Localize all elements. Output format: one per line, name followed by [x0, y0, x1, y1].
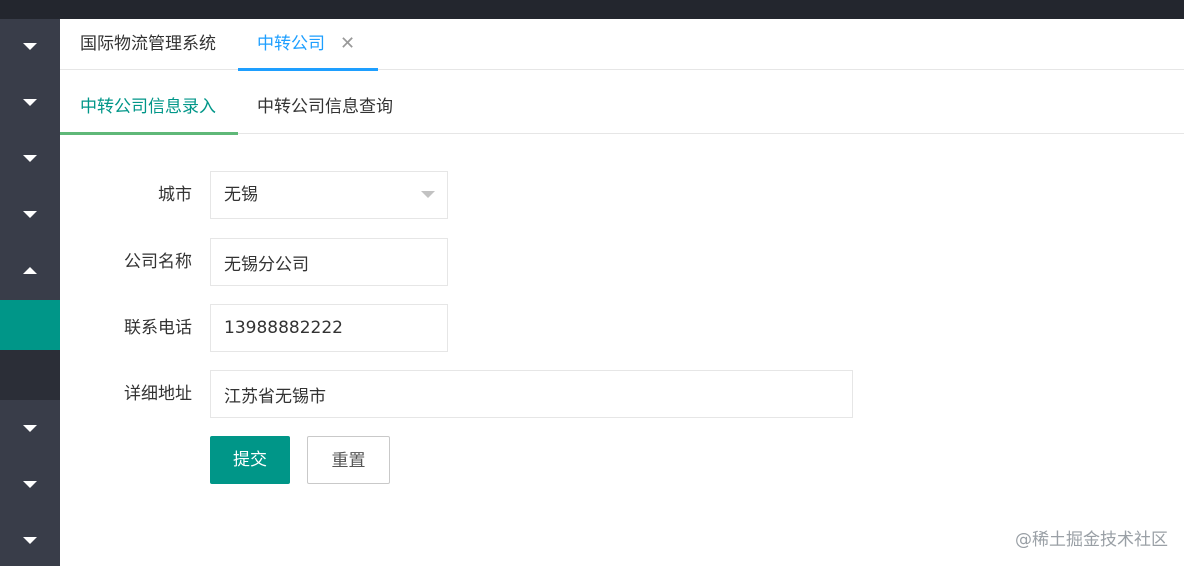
sidebar	[0, 19, 60, 566]
chevron-down-icon	[23, 42, 37, 50]
company-name-label: 公司名称	[124, 252, 192, 272]
page-tab-bar: 国际物流管理系统 中转公司 ✕	[60, 19, 1184, 71]
chevron-down-icon	[23, 480, 37, 488]
subtab-info-query[interactable]: 中转公司信息查询	[257, 70, 393, 134]
phone-label: 联系电话	[124, 318, 192, 338]
city-label: 城市	[158, 185, 192, 205]
sidebar-item-4[interactable]	[0, 189, 60, 239]
chevron-down-icon	[23, 210, 37, 218]
reset-button[interactable]: 重置	[307, 436, 390, 484]
tab-transfer-company-label: 中转公司	[257, 34, 325, 54]
subtab-active-indicator	[60, 132, 238, 135]
sidebar-item-7[interactable]	[0, 459, 60, 509]
sidebar-item-2[interactable]	[0, 77, 60, 127]
watermark: @稀土掘金技术社区	[1015, 530, 1168, 550]
company-name-input[interactable]	[210, 238, 448, 286]
chevron-down-icon	[23, 154, 37, 162]
sidebar-item-8[interactable]	[0, 515, 60, 565]
close-icon[interactable]: ✕	[340, 19, 355, 69]
tab-home[interactable]: 国际物流管理系统	[80, 19, 216, 70]
sidebar-item-5-expanded[interactable]	[0, 245, 60, 295]
sub-tab-bar: 中转公司信息录入 中转公司信息查询	[60, 70, 1184, 135]
tab-transfer-company[interactable]: 中转公司 ✕	[238, 19, 378, 71]
sidebar-item-6[interactable]	[0, 403, 60, 453]
main-content: 国际物流管理系统 中转公司 ✕ 中转公司信息录入 中转公司信息查询 城市 无锡 …	[60, 19, 1184, 566]
sidebar-item-1[interactable]	[0, 21, 60, 71]
phone-input[interactable]	[210, 304, 448, 352]
chevron-down-icon	[23, 98, 37, 106]
chevron-down-icon	[23, 536, 37, 544]
subtab-info-entry-label: 中转公司信息录入	[80, 97, 216, 117]
address-input[interactable]	[210, 370, 853, 418]
chevron-down-icon	[23, 424, 37, 432]
top-header-bar	[0, 0, 1184, 19]
sidebar-item-3[interactable]	[0, 133, 60, 183]
chevron-up-icon	[23, 266, 37, 274]
address-label: 详细地址	[124, 384, 192, 404]
subtab-info-entry[interactable]: 中转公司信息录入	[60, 70, 238, 135]
sidebar-subitem-other[interactable]	[0, 350, 60, 400]
sidebar-subitem-transfer-company[interactable]	[0, 300, 60, 350]
city-select[interactable]: 无锡	[210, 171, 448, 219]
city-select-value: 无锡	[224, 185, 258, 205]
caret-down-icon	[421, 191, 435, 198]
submit-button[interactable]: 提交	[210, 436, 290, 484]
